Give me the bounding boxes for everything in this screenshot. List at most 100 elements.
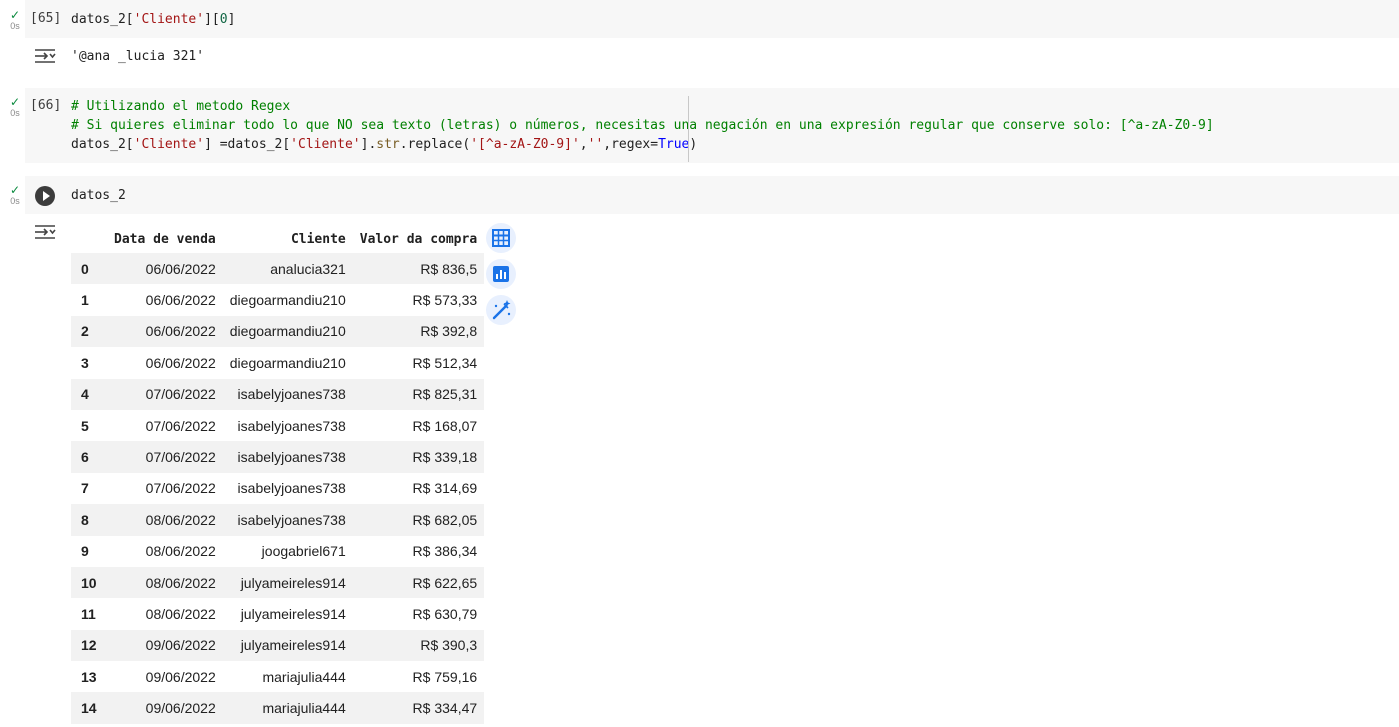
code-token: datos_2[ xyxy=(71,137,134,152)
table-cell: 07/06/2022 xyxy=(145,417,216,434)
table-row: 8 08/06/2022 isabelyjoanes738 R$ 682,05 xyxy=(71,504,485,536)
table-cell: R$ 339,18 xyxy=(352,441,485,473)
row-index: 8 xyxy=(71,504,107,536)
table-row: 0 06/06/2022 analucia321 R$ 836,5 xyxy=(71,253,485,285)
output-toggle-icon[interactable] xyxy=(34,223,56,241)
table-cell: R$ 168,07 xyxy=(412,417,478,434)
table-cell: diegoarmandiu210 xyxy=(222,315,353,348)
row-index: 12 xyxy=(71,629,107,662)
table-cell: R$ 622,65 xyxy=(352,566,485,599)
convert-to-interactive-table-button[interactable] xyxy=(486,223,516,253)
row-index: 11 xyxy=(81,605,96,622)
table-cell: isabelyjoanes738 xyxy=(222,504,353,536)
table-row: 4 07/06/2022 isabelyjoanes738 R$ 825,31 xyxy=(71,378,485,410)
table-cell: R$ 630,79 xyxy=(412,605,478,622)
table-cell: R$ 314,69 xyxy=(412,480,478,497)
row-index: 10 xyxy=(71,566,107,599)
row-index: 6 xyxy=(71,441,107,473)
table-cell: 08/06/2022 xyxy=(145,543,216,560)
dataframe-table: Data de venda Cliente Valor da compra 00… xyxy=(71,225,485,724)
table-cell: 09/06/2022 xyxy=(107,629,223,662)
code-token: .replace( xyxy=(399,137,471,152)
code-token: 'Cliente' xyxy=(133,137,205,152)
row-index: 2 xyxy=(71,315,107,348)
table-row: 1 06/06/2022 diegoarmandiu210 R$ 573,33 xyxy=(71,284,484,315)
row-index: 7 xyxy=(81,480,89,497)
check-icon: ✓ xyxy=(9,183,21,197)
table-cell: R$ 825,31 xyxy=(352,378,485,410)
table-cell: R$ 573,33 xyxy=(412,292,478,309)
column-header: Data de venda xyxy=(114,231,216,247)
table-cell: isabelyjoanes738 xyxy=(222,378,353,410)
table-row: 10 08/06/2022 julyameireles914 R$ 622,65 xyxy=(71,566,485,599)
table-cell: R$ 682,05 xyxy=(352,504,485,536)
cell-datos2-code[interactable]: datos_2 xyxy=(71,186,126,205)
output-toggle-icon[interactable] xyxy=(34,47,56,65)
table-cell: isabelyjoanes738 xyxy=(237,417,346,434)
code-token: 'Cliente' xyxy=(290,137,361,152)
table-cell: 07/06/2022 xyxy=(145,480,216,497)
code-token: ][ xyxy=(204,12,220,27)
row-index: 9 xyxy=(81,543,89,560)
table-cell: mariajulia444 xyxy=(222,692,353,724)
table-row: 6 07/06/2022 isabelyjoanes738 R$ 339,18 xyxy=(71,441,485,473)
generate-code-button[interactable] xyxy=(486,295,516,325)
code-token: , xyxy=(579,137,588,152)
run-cell-button[interactable] xyxy=(35,186,55,206)
cell-65-status: ✓ 0s xyxy=(7,9,23,31)
magic-wand-icon xyxy=(492,300,511,320)
table-cell: isabelyjoanes738 xyxy=(237,480,346,497)
table-cell: R$ 386,34 xyxy=(412,543,478,560)
suggest-charts-button[interactable] xyxy=(486,259,516,289)
table-cell: julyameireles914 xyxy=(222,629,353,662)
code-line: # Si quieres eliminar todo lo que NO sea… xyxy=(71,116,1214,135)
table-row: 7 07/06/2022 isabelyjoanes738 R$ 314,69 xyxy=(71,473,484,504)
code-token: datos_2[ xyxy=(71,12,134,27)
table-row: 13 09/06/2022 mariajulia444 R$ 759,16 xyxy=(71,661,484,692)
table-cell: R$ 334,47 xyxy=(352,692,485,724)
code-token: True xyxy=(658,137,690,152)
column-header xyxy=(71,225,107,253)
table-row: 11 08/06/2022 julyameireles914 R$ 630,79 xyxy=(71,598,484,629)
table-cell: R$ 836,5 xyxy=(352,253,485,285)
cell-65-code[interactable]: datos_2['Cliente'][0] xyxy=(71,10,235,29)
row-index: 1 xyxy=(81,292,89,309)
exec-time: 0s xyxy=(10,21,20,31)
cell-datos2-status: ✓ 0s xyxy=(7,184,23,206)
table-cell: julyameireles914 xyxy=(240,605,346,622)
table-row: 12 09/06/2022 julyameireles914 R$ 390,3 xyxy=(71,629,485,662)
table-cell: R$ 390,3 xyxy=(352,629,485,662)
table-cell: mariajulia444 xyxy=(262,668,346,685)
row-index: 4 xyxy=(71,378,107,410)
table-cell: 06/06/2022 xyxy=(107,253,223,285)
cell-65-prompt: [65] xyxy=(30,11,62,26)
table-cell: isabelyjoanes738 xyxy=(222,441,353,473)
table-cell: R$ 759,16 xyxy=(412,668,478,685)
table-row: 5 07/06/2022 isabelyjoanes738 R$ 168,07 xyxy=(71,410,484,441)
table-cell: 09/06/2022 xyxy=(145,668,216,685)
cell-datos2-input[interactable] xyxy=(25,176,1399,214)
code-token: # Utilizando el metodo Regex xyxy=(71,99,291,114)
cell-66-code[interactable]: # Utilizando el metodo Regex # Si quieres… xyxy=(71,97,1214,154)
table-cell: julyameireles914 xyxy=(222,566,353,599)
cell-66-prompt: [66] xyxy=(30,98,62,113)
table-header-row: Data de venda Cliente Valor da compra xyxy=(71,225,484,253)
row-index: 14 xyxy=(71,692,107,724)
code-token: '[^a-zA-Z0-9]' xyxy=(470,137,580,152)
column-header: Cliente xyxy=(290,231,346,247)
column-header: Valor da compra xyxy=(359,231,478,247)
code-line: # Utilizando el metodo Regex xyxy=(71,97,1214,116)
code-token: 0 xyxy=(219,12,228,27)
text-cursor xyxy=(688,96,689,162)
code-token: ] =datos_2[ xyxy=(204,137,291,152)
code-token: str xyxy=(376,137,400,152)
table-row: 14 09/06/2022 mariajulia444 R$ 334,47 xyxy=(71,692,485,724)
table-cell: diegoarmandiu210 xyxy=(229,292,346,309)
code-token: ]. xyxy=(360,137,377,152)
row-index: 3 xyxy=(81,354,89,371)
table-cell: R$ 512,34 xyxy=(412,354,478,371)
code-token: ] xyxy=(227,12,236,27)
table-cell: 08/06/2022 xyxy=(107,504,223,536)
check-icon: ✓ xyxy=(9,8,21,22)
table-row: 2 06/06/2022 diegoarmandiu210 R$ 392,8 xyxy=(71,315,485,348)
